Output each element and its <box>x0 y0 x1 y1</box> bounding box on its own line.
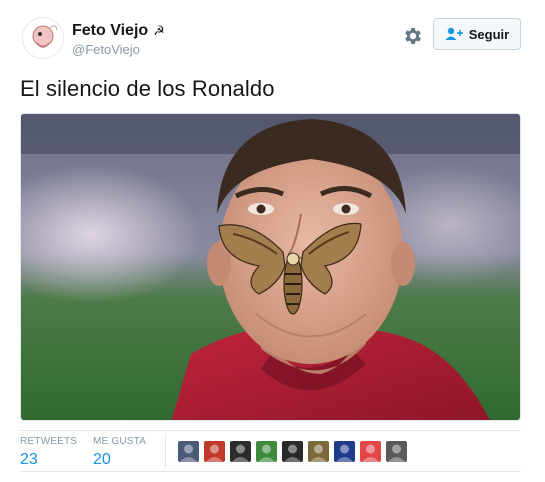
user-handle[interactable]: @FetoViejo <box>72 42 140 57</box>
user-name-row[interactable]: Feto Viejo ☭ <box>72 22 165 40</box>
liker-avatar[interactable] <box>204 441 225 462</box>
liker-avatar[interactable] <box>334 441 355 462</box>
hammer-sickle-icon: ☭ <box>153 23 165 38</box>
likes-stat[interactable]: ME GUSTA 20 <box>93 436 146 469</box>
liker-avatar[interactable] <box>178 441 199 462</box>
liker-avatar[interactable] <box>256 441 277 462</box>
liker-avatar[interactable] <box>308 441 329 462</box>
retweets-label: RETWEETS <box>20 436 78 447</box>
display-name[interactable]: Feto Viejo <box>72 22 148 40</box>
avatar[interactable] <box>22 17 64 59</box>
liker-avatar[interactable] <box>230 441 251 462</box>
follow-button-label: Seguir <box>468 26 510 42</box>
follow-button[interactable]: Seguir <box>433 18 521 50</box>
tweet-card: Feto Viejo ☭ @FetoViejo Seguir El silenc… <box>0 0 545 482</box>
liker-avatar[interactable] <box>360 441 381 462</box>
stats-divider-bottom <box>20 471 521 472</box>
retweets-count[interactable]: 23 <box>20 451 77 469</box>
liker-avatars <box>178 441 412 462</box>
tweet-photo[interactable] <box>20 113 521 421</box>
stats-divider-top <box>20 430 521 431</box>
gear-icon[interactable] <box>402 25 424 47</box>
likes-count[interactable]: 20 <box>93 451 146 469</box>
retweets-stat[interactable]: RETWEETS 23 <box>20 436 77 469</box>
likes-label: ME GUSTA <box>93 436 147 447</box>
add-user-icon <box>445 27 463 40</box>
liker-avatar[interactable] <box>282 441 303 462</box>
tweet-text: El silencio de los Ronaldo <box>20 76 275 101</box>
liker-avatar[interactable] <box>386 441 407 462</box>
stats-vertical-divider <box>165 434 166 468</box>
